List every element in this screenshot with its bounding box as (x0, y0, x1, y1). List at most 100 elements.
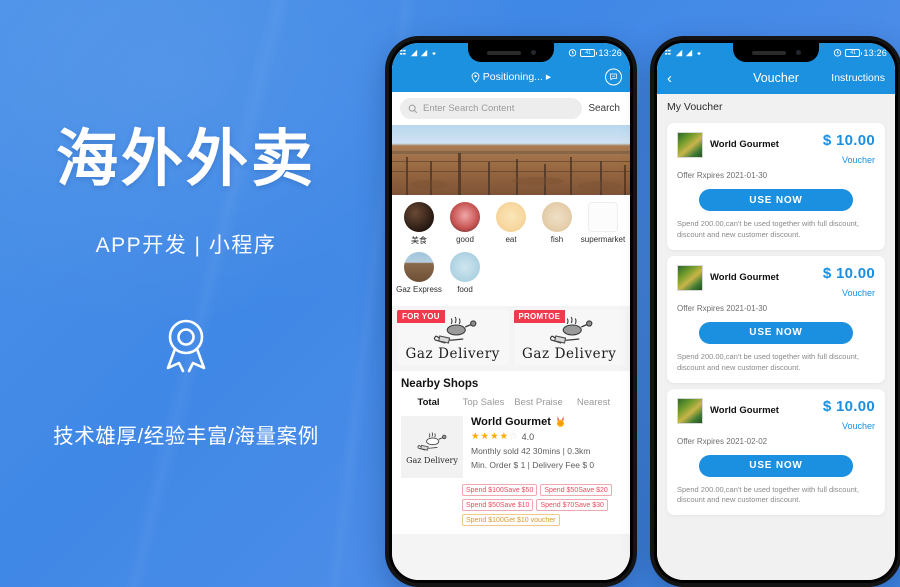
category-label: food (457, 285, 473, 294)
promo-banner-for-you[interactable]: FOR YOU Gaz Delivery (397, 310, 509, 365)
category-item[interactable]: eat (488, 202, 534, 246)
location-arrow: ▸ (545, 71, 552, 83)
use-now-button[interactable]: USE NOW (698, 189, 854, 211)
voucher-shop-name: World Gourmet (710, 139, 779, 150)
tab-nearest[interactable]: Nearest (566, 397, 621, 408)
voucher-navbar: ‹ Voucher Instructions (657, 62, 895, 94)
promo-tag[interactable]: Spend $50Save $10 (462, 499, 534, 511)
supermarket-category-icon (588, 202, 618, 232)
chat-bubble-icon[interactable] (605, 68, 622, 86)
shop-meta-sales: Monthly sold 42 30mins | 0.3km (471, 446, 591, 456)
voucher-amount-block: $ 10.00 Voucher (823, 132, 875, 168)
voucher-expiry: Offer Rxpires 2021-01-30 (677, 171, 768, 180)
voucher-terms: Spend 200.00,can't be used together with… (677, 351, 859, 372)
express-category-icon (404, 252, 434, 282)
meat-category-icon (450, 202, 480, 232)
shop-name: World Gourmet (471, 416, 551, 428)
location-selector[interactable]: Positioning... ▸ (471, 71, 551, 83)
voucher-card-header: World Gourmet $ 10.00 Voucher (677, 264, 875, 301)
marketing-panel: 海外外卖 APP开发 | 小程序 技术雄厚/经验丰富/海量案例 (0, 0, 372, 587)
shop-list-item[interactable]: Gaz Delivery World Gourmet ★ ★ ★ ★ ☆ 4.0… (392, 408, 630, 480)
promo-banner-promote[interactable]: PROMTOE Gaz Delivery (513, 310, 625, 365)
category-label: 美食 (411, 236, 427, 245)
promo-tag[interactable]: Spend $50Save $20 (540, 484, 612, 496)
promo-banner-row: FOR YOU Gaz Delivery PROMTOE Gaz Deliver… (392, 306, 630, 371)
voucher-terms: Spend 200.00,can't be used together with… (677, 219, 859, 239)
use-now-button[interactable]: USE NOW (698, 321, 854, 344)
vine-post (570, 157, 573, 195)
star-icon-empty: ☆ (509, 431, 518, 442)
fruit-category-icon (496, 202, 526, 232)
sim-icon (665, 49, 671, 55)
voucher-amount: $ 10.00 (822, 264, 875, 282)
vine-post (624, 165, 626, 195)
serving-hand-icon (417, 431, 447, 451)
star-icon: ★ (490, 431, 499, 442)
category-label: Gaz Express (396, 285, 442, 294)
star-icon: ★ (471, 431, 480, 442)
use-now-button[interactable]: USE NOW (698, 454, 854, 477)
category-item[interactable]: food (442, 252, 488, 294)
status-right-icons: 41 13:26 (833, 48, 887, 58)
phone-bezel: 41 13:26 Positioning... ▸ Enter Search C… (389, 40, 633, 583)
alarm-icon (834, 49, 842, 57)
shop-info: World Gourmet ★ ★ ★ ★ ☆ 4.0 Monthly sold… (471, 416, 621, 478)
voucher-card[interactable]: World Gourmet $ 10.00 Voucher Offer Rxpi… (667, 123, 885, 250)
voucher-card[interactable]: World Gourmet $ 10.00 Voucher Offer Rxpi… (667, 255, 885, 383)
category-item[interactable]: fish (534, 202, 580, 246)
home-topbar: Positioning... ▸ (392, 62, 630, 92)
phone-screen-voucher: 41 13:26 ‹ Voucher Instructions My Vouch… (657, 43, 895, 580)
signal-icon-2 (685, 49, 693, 56)
sim-icon (400, 49, 406, 55)
promo-tag[interactable]: Spend $70Save $30 (536, 499, 608, 511)
subtitle: APP开发 | 小程序 (95, 233, 277, 257)
search-button[interactable]: Search (588, 103, 622, 114)
search-input[interactable]: Enter Search Content (400, 98, 583, 119)
hero-banner[interactable] (392, 125, 630, 195)
nearby-shops-section: Nearby Shops Total Top Sales Best Praise… (392, 371, 630, 408)
signal-icon (410, 49, 418, 56)
promo-tag-voucher[interactable]: Spend $100Get $10 voucher (462, 514, 560, 526)
voucher-amount: $ 10.00 (822, 132, 875, 149)
rating-value: 4.0 (521, 431, 535, 442)
back-chevron-icon[interactable]: ‹ (667, 71, 672, 86)
wifi-icon (432, 51, 436, 55)
search-icon (408, 104, 418, 113)
voucher-type-label: Voucher (841, 155, 875, 165)
wire-line (392, 171, 630, 172)
category-item[interactable]: good (442, 202, 488, 246)
voucher-shop-name: World Gourmet (710, 404, 779, 416)
instructions-button[interactable]: Instructions (831, 72, 885, 84)
phone-bezel: 41 13:26 ‹ Voucher Instructions My Vouch… (654, 40, 898, 583)
page-title: 海外外卖 (55, 124, 316, 194)
horizon-line (392, 151, 630, 154)
tab-top-sales[interactable]: Top Sales (456, 397, 511, 408)
shop-name-row: World Gourmet (471, 416, 621, 428)
category-item[interactable]: Gaz Express (396, 252, 442, 294)
category-label: good (456, 235, 474, 244)
voucher-expiry: Offer Rxpires 2021-01-30 (677, 303, 768, 313)
status-right-icons: 41 13:26 (568, 48, 622, 58)
voucher-card-header: World Gourmet $ 10.00 Voucher (677, 132, 875, 168)
location-pin-icon (471, 71, 480, 83)
tagline: 技术雄厚/经验丰富/海量案例 (53, 424, 319, 448)
ground-patch (578, 181, 622, 191)
category-item[interactable]: 美食 (396, 202, 442, 246)
battery-icon: 41 (580, 48, 598, 57)
serving-hand-icon (543, 316, 599, 351)
tab-best-praise[interactable]: Best Praise (511, 397, 566, 408)
voucher-amount: $ 10.00 (822, 397, 875, 415)
search-row: Enter Search Content Search (392, 92, 630, 125)
vine-post (488, 162, 490, 195)
promo-tag[interactable]: Spend $100Save $50 (462, 484, 538, 496)
voucher-app: ‹ Voucher Instructions My Voucher World … (657, 62, 895, 580)
home-app: Positioning... ▸ Enter Search Content Se… (392, 62, 630, 580)
category-item[interactable]: supermarket (580, 202, 626, 246)
sort-tabs: Total Top Sales Best Praise Nearest (401, 397, 621, 408)
tab-total[interactable]: Total (401, 397, 456, 408)
voucher-type-label: Voucher (841, 287, 875, 298)
wifi-icon (697, 51, 701, 55)
voucher-card[interactable]: World Gourmet $ 10.00 Voucher Offer Rxpi… (667, 388, 885, 516)
phone-mockup-home: 41 13:26 Positioning... ▸ Enter Search C… (385, 36, 637, 587)
medal-badge-icon (556, 416, 564, 427)
